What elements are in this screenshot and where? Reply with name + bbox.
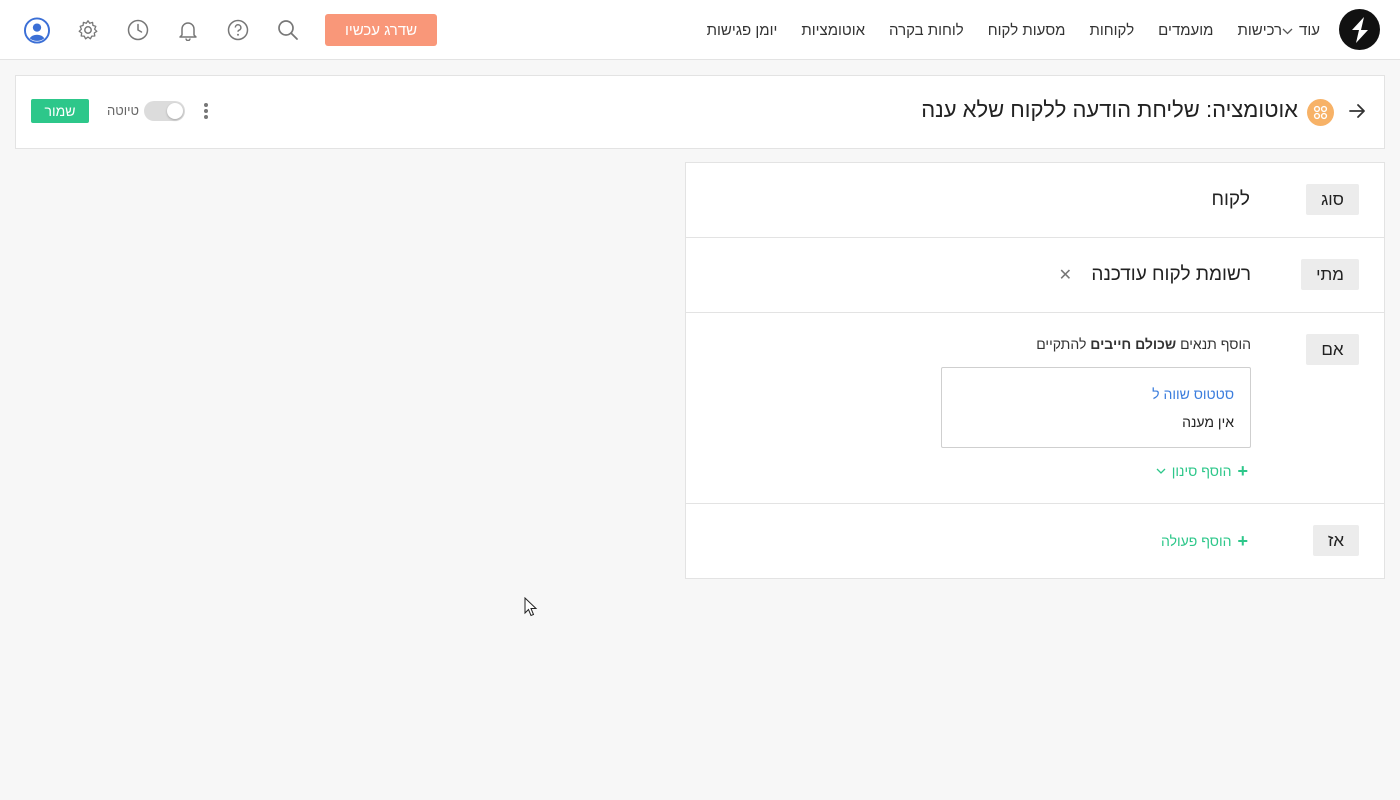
top-navigation-bar: יומן פגישות אוטומציות לוחות בקרה מסעות ל… [0,0,1400,60]
condition-field[interactable]: סטטוס שווה ל [1152,386,1234,402]
draft-label: טיוטה [107,103,139,118]
nav-more-dropdown[interactable]: עוד [1282,22,1320,39]
type-label: סוג [1306,184,1359,215]
trigger-value[interactable]: רשומת לקוח עודכנה [1091,264,1251,286]
if-label: אם [1306,334,1359,365]
automation-builder: סוג לקוח מתי רשומת לקוח עודכנה ✕ אם הוסף… [685,162,1385,579]
main-nav: יומן פגישות אוטומציות לוחות בקרה מסעות ל… [683,0,1320,60]
condition-card[interactable]: סטטוס שווה ל אין מענה [941,367,1251,448]
save-button[interactable]: שמור [31,99,89,123]
history-clock-icon[interactable] [125,17,151,43]
type-row: סוג לקוח [686,163,1384,238]
type-value[interactable]: לקוח [1211,189,1250,211]
then-row: אז + הוסף פעולה [686,504,1384,578]
help-icon[interactable] [225,17,251,43]
conditions-hint: הוסף תנאים שכולם חייבים להתקיים [1036,336,1251,352]
app-logo[interactable] [1339,9,1380,50]
logo-icon [1351,16,1368,43]
automation-header: אוטומציה: שליחת הודעה ללקוח שלא ענה טיוט… [15,75,1385,149]
bell-icon[interactable] [175,17,201,43]
nav-item-meetings[interactable]: יומן פגישות [707,22,778,39]
when-row: מתי רשומת לקוח עודכנה ✕ [686,238,1384,313]
add-filter-label: הוסף סינון [1171,463,1232,479]
clear-trigger-icon[interactable]: ✕ [1059,265,1072,285]
if-row: אם הוסף תנאים שכולם חייבים להתקיים סטטוס… [686,313,1384,504]
chevron-down-icon [1282,28,1293,35]
when-label: מתי [1301,259,1359,290]
back-arrow-icon[interactable] [1347,101,1367,121]
search-icon[interactable] [275,17,301,43]
nav-item-candidates[interactable]: מועמדים [1158,22,1213,39]
nav-more-label: עוד [1299,21,1320,39]
automation-icon [1307,99,1334,126]
nav-item-customers[interactable]: לקוחות [1089,22,1134,39]
plus-icon: + [1237,531,1248,551]
gear-icon[interactable] [75,17,101,43]
draft-toggle[interactable] [144,101,185,121]
add-filter-button[interactable]: + הוסף סינון [1156,462,1248,480]
nav-item-customer-journeys[interactable]: מסעות לקוח [988,22,1066,39]
more-options-icon[interactable] [201,101,211,121]
upgrade-button[interactable]: שדרג עכשיו [325,14,437,46]
hint-suffix: להתקיים [1036,336,1087,352]
condition-value: אין מענה [1182,414,1234,430]
then-label: אז [1313,525,1359,556]
nav-item-dashboards[interactable]: לוחות בקרה [889,22,964,39]
user-profile-icon[interactable] [24,17,50,43]
hint-prefix: הוסף תנאים [1180,336,1251,352]
hint-bold: שכולם חייבים [1090,336,1177,352]
nav-item-purchases[interactable]: רכישות [1238,22,1283,39]
plus-icon: + [1237,461,1248,481]
add-action-button[interactable]: + הוסף פעולה [1161,532,1248,550]
mouse-cursor-icon [524,597,538,617]
chevron-down-icon [1156,468,1166,474]
nav-item-automations[interactable]: אוטומציות [801,22,865,39]
add-action-label: הוסף פעולה [1160,533,1232,549]
page-title: אוטומציה: שליחת הודעה ללקוח שלא ענה [921,97,1298,122]
